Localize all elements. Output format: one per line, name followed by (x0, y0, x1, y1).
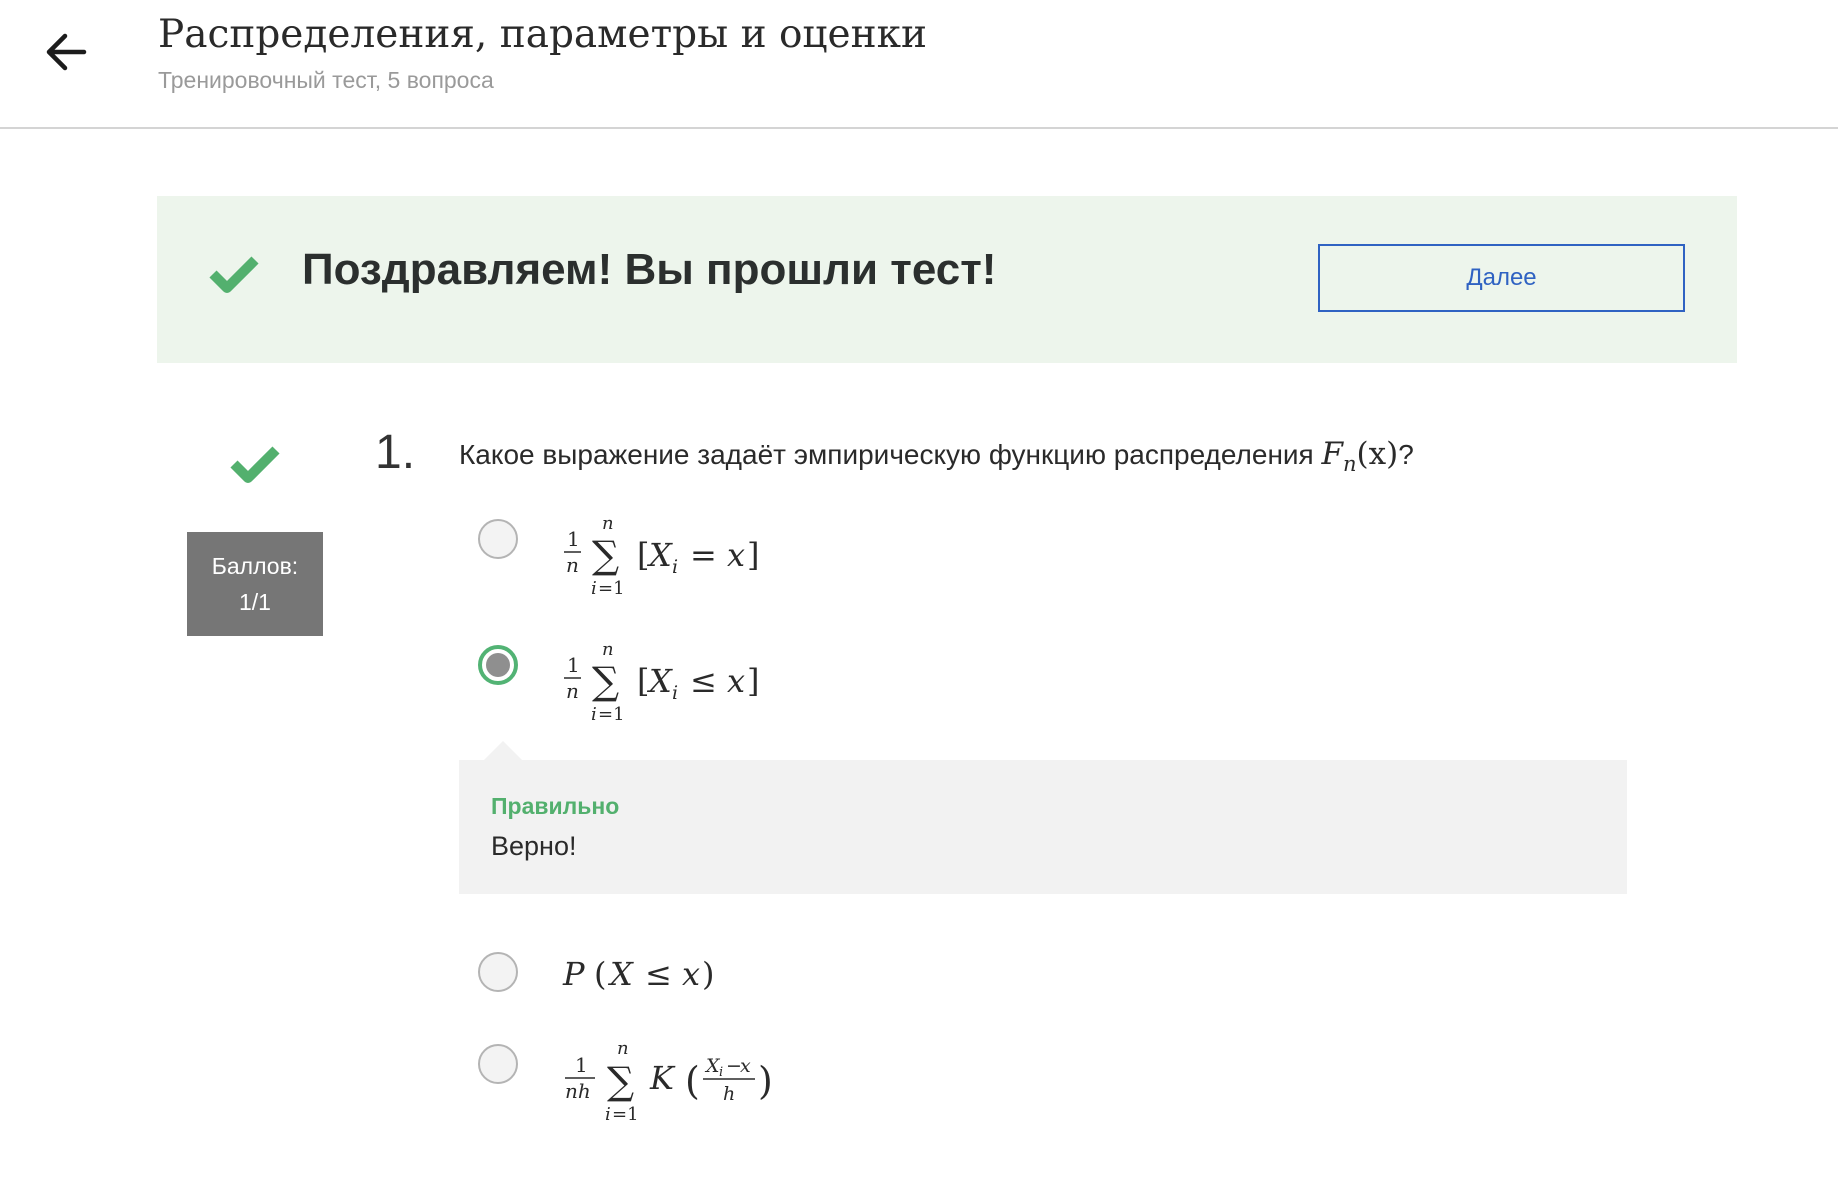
svg-text:∑: ∑ (607, 1059, 634, 1103)
next-button[interactable]: Далее (1318, 244, 1685, 312)
svg-text:(: ( (594, 955, 606, 993)
question-text: Какое выражение задаёт эмпирическую функ… (459, 436, 1414, 476)
feedback-box: Правильно Верно! (459, 760, 1627, 894)
svg-text:1: 1 (575, 1053, 588, 1077)
svg-text:X: X (646, 536, 673, 574)
feedback-pointer (483, 741, 523, 761)
svg-text:=1: =1 (598, 704, 625, 725)
question-mark: ? (1398, 439, 1414, 470)
svg-text:x: x (727, 536, 745, 574)
option-1-formula: 1 n n ∑ i =1 [ X i = x ] (564, 513, 759, 599)
svg-text:∑: ∑ (592, 533, 619, 577)
svg-text:n: n (602, 513, 614, 534)
svg-text:1: 1 (567, 653, 580, 677)
svg-text:]: ] (747, 662, 759, 700)
svg-text:i: i (605, 1104, 611, 1125)
svg-text:i: i (719, 1065, 723, 1080)
feedback-text: Верно! (491, 831, 577, 861)
svg-text:nh: nh (565, 1079, 591, 1103)
checkmark-icon (230, 446, 280, 483)
option-4-radio[interactable] (478, 1044, 518, 1084)
svg-text:i: i (672, 556, 678, 578)
score-label: Баллов: (211, 553, 299, 579)
page-subtitle: Тренировочный тест, 5 вопроса (158, 67, 494, 93)
option-2-radio[interactable] (478, 645, 518, 685)
svg-text:): ) (758, 1059, 773, 1103)
svg-text:=1: =1 (598, 578, 625, 599)
score-badge: Баллов: 1/1 (187, 532, 323, 636)
svg-text:n: n (566, 553, 579, 577)
svg-text:i: i (591, 704, 597, 725)
feedback-title: Правильно (491, 793, 620, 819)
svg-text:(: ( (685, 1059, 700, 1103)
svg-text:i: i (672, 682, 678, 704)
svg-text:i: i (591, 578, 597, 599)
arrow-left-icon (46, 33, 87, 71)
svg-text:∑: ∑ (592, 659, 619, 703)
success-message: Поздравляем! Вы прошли тест! (302, 245, 997, 294)
question-number: 1. (375, 426, 416, 479)
svg-text:K: K (649, 1059, 676, 1097)
svg-text:=: = (690, 536, 717, 574)
page-title: Распределения, параметры и оценки (158, 12, 927, 57)
svg-text:n: n (602, 639, 614, 660)
svg-text:=1: =1 (612, 1104, 639, 1125)
score-value: 1/1 (239, 589, 271, 615)
svg-text:): ) (702, 955, 714, 993)
question-text-body: Какое выражение задаёт эмпирическую функ… (459, 439, 1314, 470)
page-header: Распределения, параметры и оценки Тренир… (0, 0, 1838, 129)
svg-text:n: n (617, 1038, 629, 1059)
svg-text:x: x (740, 1055, 751, 1077)
svg-text:]: ] (747, 536, 759, 574)
svg-text:≤: ≤ (690, 662, 717, 700)
svg-text:≤: ≤ (645, 955, 672, 993)
option-3-radio[interactable] (478, 952, 518, 992)
svg-text:[: [ (637, 536, 649, 574)
option-1-radio[interactable] (478, 519, 518, 559)
option-2-formula: 1 n n ∑ i =1 [ X i ≤ x ] (564, 639, 759, 725)
checkmark-icon (209, 256, 259, 293)
svg-text:1: 1 (567, 527, 580, 551)
back-button[interactable] (40, 26, 92, 78)
question-math: Fn(x) (1321, 436, 1399, 477)
svg-text:X: X (646, 662, 673, 700)
option-3-formula: P ( X ≤ x ) (562, 955, 714, 993)
svg-text:x: x (682, 955, 700, 993)
svg-text:x: x (727, 662, 745, 700)
svg-text:X: X (607, 955, 634, 993)
success-banner: Поздравляем! Вы прошли тест! Далее (157, 196, 1737, 363)
svg-text:h: h (723, 1083, 735, 1105)
svg-text:[: [ (637, 662, 649, 700)
svg-text:n: n (566, 679, 579, 703)
option-4-formula: 1 nh n ∑ i =1 K ( X i − x h ) (565, 1038, 773, 1125)
svg-text:P: P (562, 955, 585, 993)
